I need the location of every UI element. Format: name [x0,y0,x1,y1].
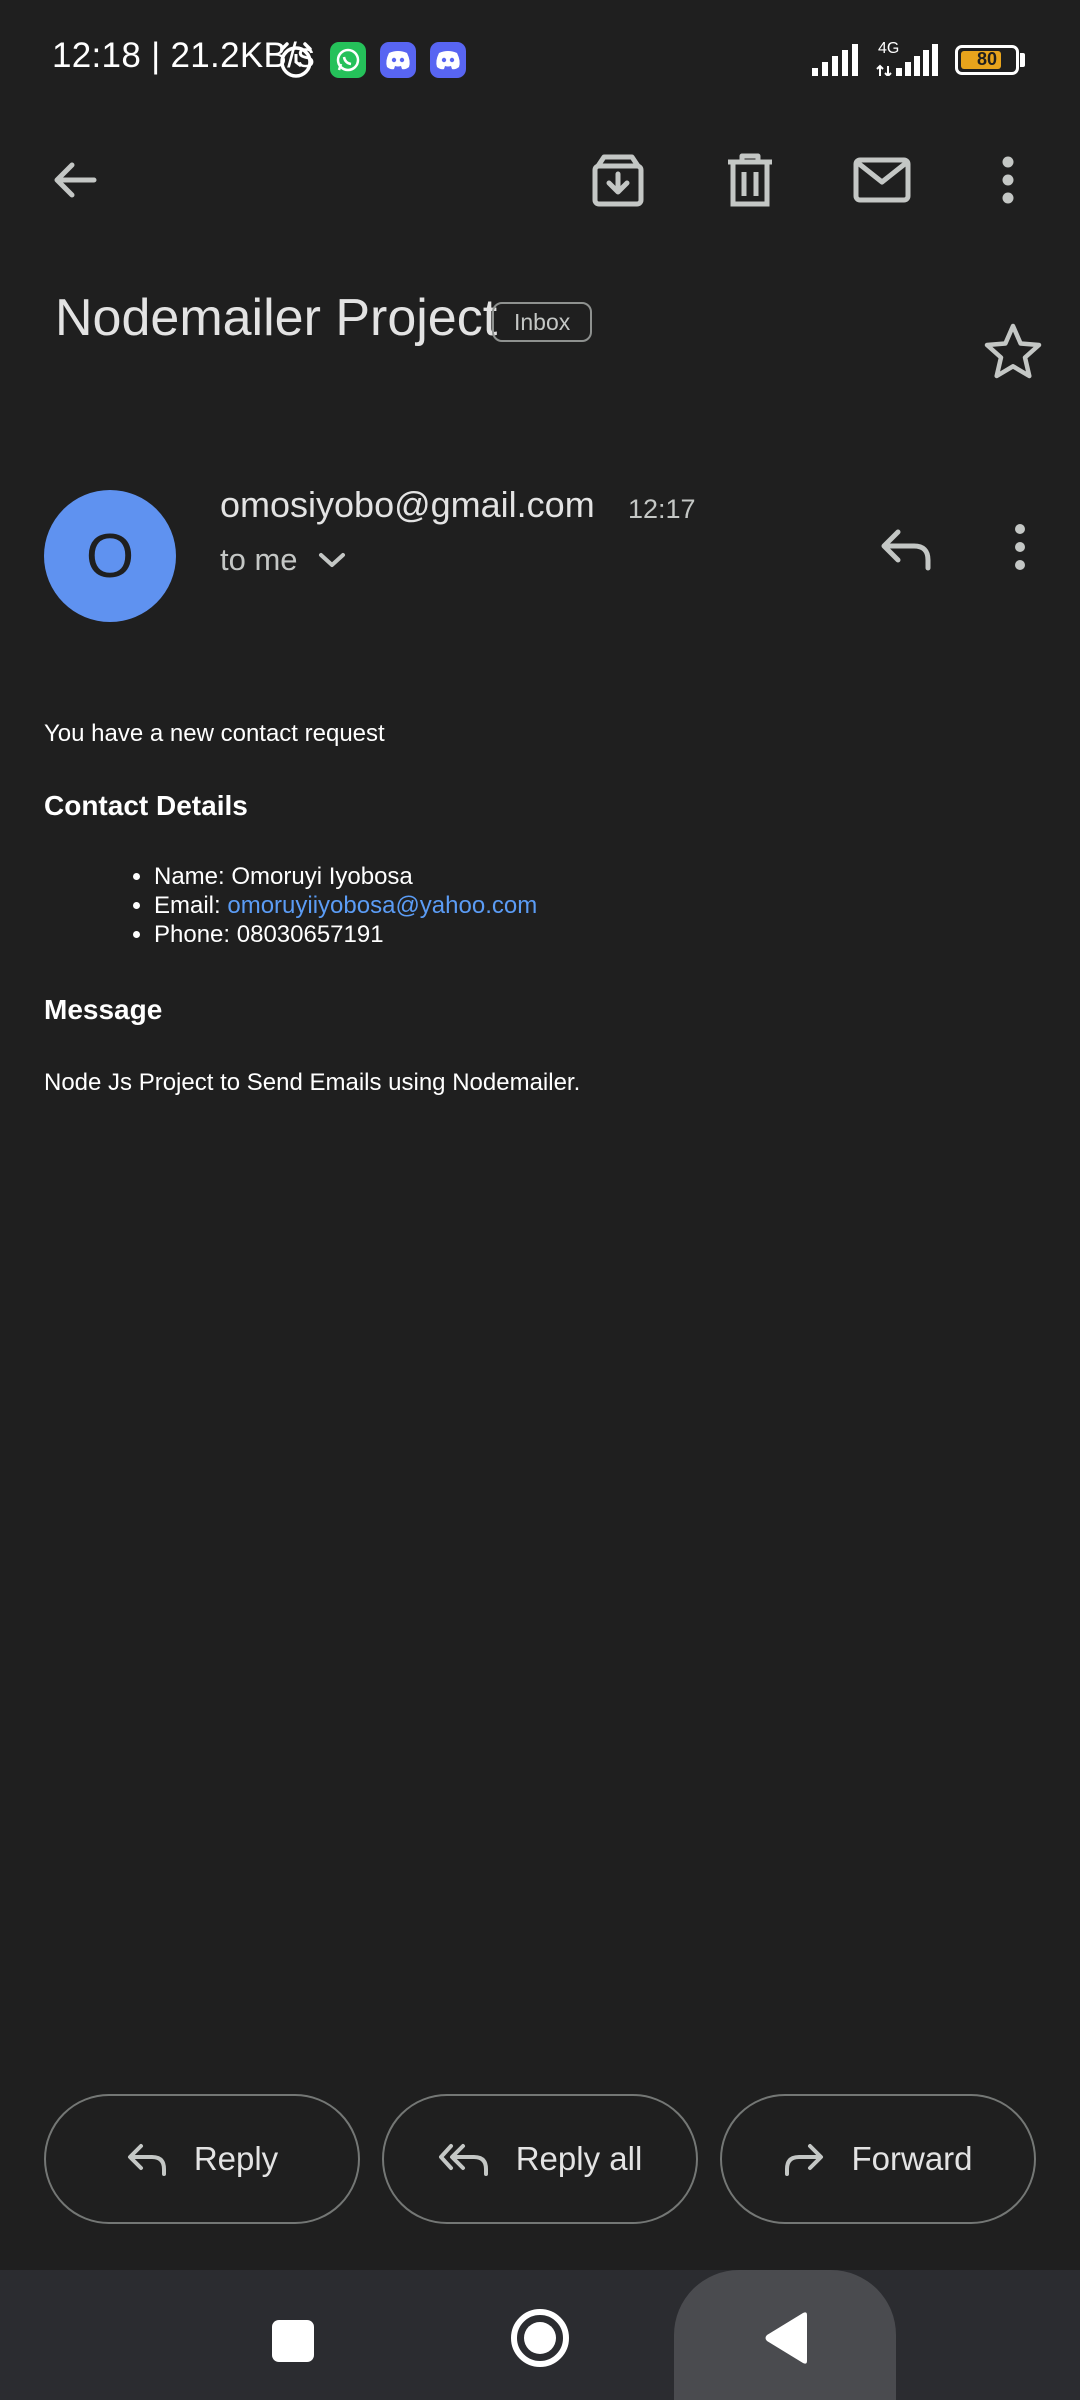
discord-icon [430,42,466,78]
reply-button-label: Reply [193,2140,279,2177]
more-options-button[interactable] [968,140,1048,220]
reply-icon [881,529,931,571]
forward-icon [785,2144,824,2176]
trash-icon [728,153,772,207]
email-intro: You have a new contact request [44,720,385,747]
list-item: Phone: 08030657191 [154,920,537,949]
message-heading: Message [44,994,163,1025]
contact-details-list: Name: Omoruyi Iyobosa Email: omoruyiiyob… [110,862,537,949]
archive-button[interactable] [578,140,658,220]
recents-button[interactable] [262,2310,324,2372]
more-vert-icon [1015,524,1025,570]
reply-all-icon [438,2144,488,2176]
contact-phone[interactable]: 08030657191 [237,921,384,948]
forward-button[interactable]: Forward [720,2094,1036,2224]
triangle-back-icon [765,2312,807,2364]
discord-icon [380,42,416,78]
signal-icon [876,44,940,81]
label-chip[interactable]: Inbox [492,302,593,342]
forward-button-label: Forward [851,2140,973,2177]
reply-all-button[interactable]: Reply all [382,2094,698,2224]
sender-avatar[interactable]: O [44,490,176,622]
recipient-label: to me [220,542,298,577]
list-item: Name: Omoruyi Iyobosa [154,862,537,891]
delete-button[interactable] [710,140,790,220]
contact-name: Omoruyi Iyobosa [231,863,413,890]
email-time: 12:17 [628,494,696,524]
battery-icon: 80 [955,45,1019,75]
chevron-down-icon [318,553,345,567]
mark-unread-button[interactable] [842,140,922,220]
more-vert-icon [1002,156,1014,204]
back-button[interactable] [34,140,114,220]
home-circle-icon [511,2309,569,2367]
message-more-button[interactable] [1000,516,1040,578]
mail-icon [853,157,911,203]
whatsapp-icon [330,42,366,78]
list-item: Email: omoruyiiyobosa@yahoo.com [154,891,537,920]
signal-icon [812,44,862,81]
reply-button[interactable]: Reply [44,2094,360,2224]
square-icon [272,2320,314,2362]
battery-level-text: 80 [976,49,998,69]
contact-details-heading: Contact Details [44,790,248,821]
email-subject: Nodemailer Project [55,289,498,347]
battery-tip [1020,53,1025,67]
star-icon [984,323,1042,379]
reply-icon [127,2144,166,2176]
home-button[interactable] [506,2304,574,2372]
archive-icon [592,154,644,207]
back-nav-button[interactable] [752,2304,820,2372]
arrow-left-icon [54,162,97,198]
contact-email-link[interactable]: omoruyiiyobosa@yahoo.com [227,892,537,919]
recipient-details-toggle[interactable]: to me [220,542,346,578]
message-text: Node Js Project to Send Emails using Nod… [44,1069,581,1096]
star-button[interactable] [980,318,1046,384]
reply-quick-button[interactable] [868,510,944,586]
sender-email[interactable]: omosiyobo@gmail.com [220,484,595,526]
reply-all-button-label: Reply all [515,2140,643,2177]
alarm-icon [276,40,316,80]
avatar-initial: O [85,521,135,591]
